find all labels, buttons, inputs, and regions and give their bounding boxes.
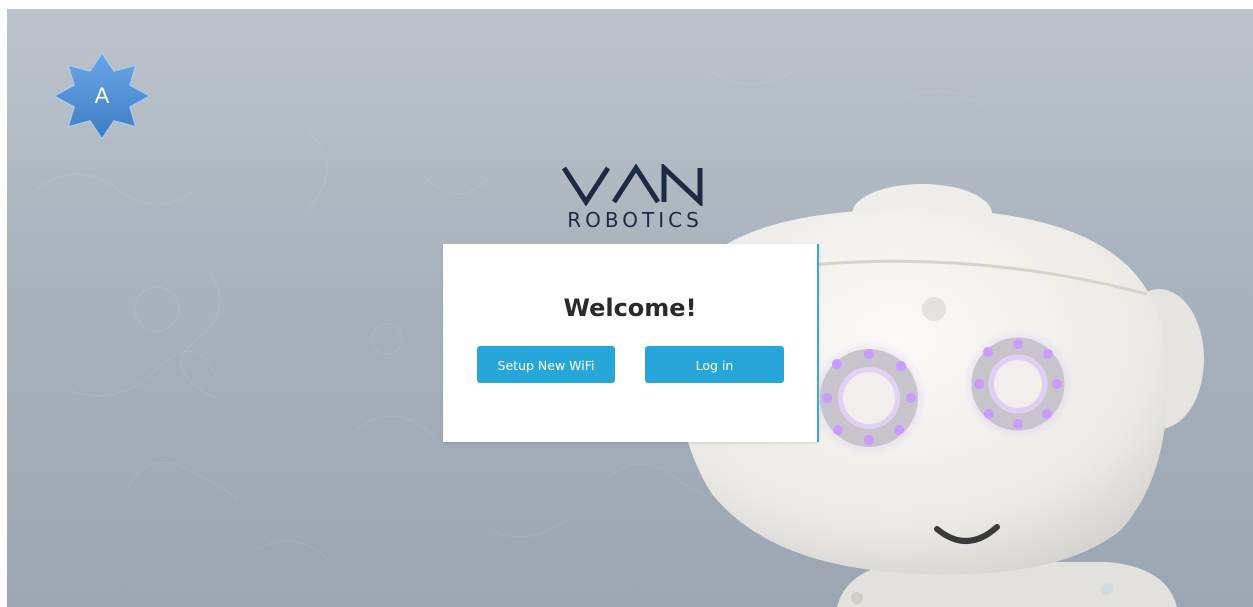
welcome-title: Welcome! <box>563 294 697 322</box>
van-logo-mark <box>561 164 703 206</box>
brand-logo: ROBOTICS <box>545 164 725 239</box>
star-badge-icon <box>52 51 152 141</box>
login-button[interactable]: Log in <box>645 346 784 383</box>
brand-subtitle: ROBOTICS <box>567 208 703 232</box>
welcome-dialog: Welcome! Setup New WiFi Log in <box>443 244 819 442</box>
setup-wifi-button[interactable]: Setup New WiFi <box>477 346 615 383</box>
app-screen: A ROBOTICS Welcome! Setup New WiFi Log i… <box>7 9 1253 607</box>
step-badge: A <box>52 51 152 141</box>
